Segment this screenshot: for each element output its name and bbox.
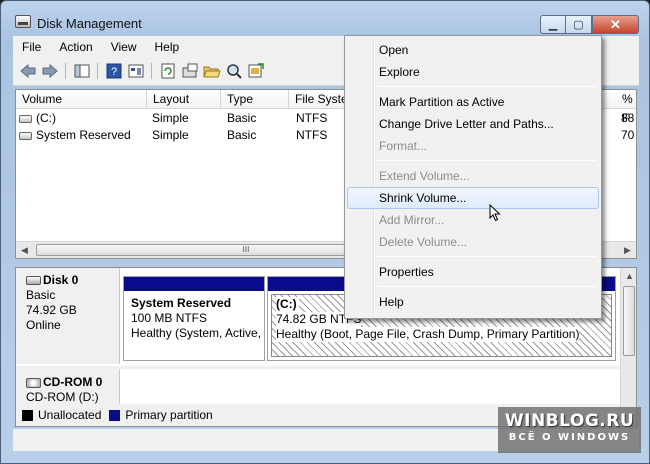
maximize-button[interactable]: ▢ — [566, 15, 592, 34]
menu-item-explore[interactable]: Explore — [347, 61, 599, 83]
menu-action[interactable]: Action — [50, 36, 101, 58]
close-button[interactable]: ✕ — [592, 15, 639, 34]
menu-item-help[interactable]: Help — [347, 291, 599, 313]
refresh-icon[interactable] — [159, 62, 177, 80]
menu-item-format: Format... — [379, 139, 428, 153]
volume-icon — [19, 114, 32, 123]
disk-kind: Basic — [26, 288, 56, 302]
volume-icon — [19, 131, 32, 140]
disk-name: Disk 0 — [43, 273, 79, 287]
partition-name: (C:) — [276, 297, 299, 312]
disk-0-name-line: Disk 0 — [26, 273, 119, 288]
properties-icon[interactable] — [127, 62, 145, 80]
open-folder-icon[interactable] — [203, 62, 221, 80]
disk-properties-icon[interactable] — [181, 62, 199, 80]
window-title: Disk Management — [37, 16, 142, 31]
legend-swatch-primary — [109, 409, 121, 421]
column-header-file-system[interactable]: File Syste — [289, 90, 349, 109]
disk-management-app-icon — [15, 15, 31, 28]
disk-status: Online — [26, 318, 61, 332]
menu-help[interactable]: Help — [146, 36, 189, 58]
back-arrow-icon[interactable] — [19, 62, 37, 80]
menu-item-mark-active[interactable]: Mark Partition as Active — [347, 91, 599, 113]
type-cell: Basic — [227, 111, 257, 125]
forward-arrow-icon[interactable] — [41, 62, 59, 80]
type-cell: Basic — [227, 128, 257, 142]
menu-item-open[interactable]: Open — [347, 39, 599, 61]
title-bar[interactable]: Disk Management ▁ ▢ ✕ — [1, 1, 649, 35]
legend-label-primary: Primary partition — [125, 408, 213, 422]
console-tree-icon[interactable] — [73, 62, 91, 80]
window: Disk Management ▁ ▢ ✕ File Action View H… — [0, 0, 650, 464]
primary-partition-bar — [124, 277, 264, 291]
hard-disk-icon — [26, 276, 41, 286]
context-menu: Open Explore Mark Partition as Active Ch… — [344, 35, 602, 319]
percent-free-cell: 70 — [621, 128, 635, 142]
watermark-text: WINBLOG.RU — [504, 411, 635, 431]
export-icon[interactable] — [247, 62, 265, 80]
volume-cell: (C:) — [19, 110, 56, 127]
column-header-volume[interactable]: Volume — [16, 90, 147, 109]
column-header-percent-free[interactable]: % F — [616, 90, 638, 125]
watermark: WINBLOG.RU ВСЁ О WINDOWS — [498, 407, 641, 453]
menu-item-extend-volume: Extend Volume... — [379, 169, 470, 183]
vertical-scrollbar[interactable]: ▲ — [620, 268, 636, 426]
menu-separator — [377, 86, 597, 87]
partition-size: 100 MB NTFS — [131, 311, 208, 325]
help-icon[interactable]: ? — [105, 62, 123, 80]
minimize-button[interactable]: ▁ — [540, 15, 566, 34]
watermark-subtext: ВСЁ О WINDOWS — [508, 432, 631, 443]
legend-swatch-unallocated — [22, 409, 33, 421]
menu-separator — [377, 256, 597, 257]
toolbar-separator — [151, 63, 152, 79]
disk-0-label[interactable]: Disk 0 Basic 74.92 GB Online — [16, 268, 120, 364]
menu-file[interactable]: File — [13, 36, 50, 58]
toolbar-separator — [97, 63, 98, 79]
filesystem-cell: NTFS — [296, 111, 328, 125]
legend-label-unallocated: Unallocated — [38, 408, 102, 422]
column-header-type[interactable]: Type — [221, 90, 289, 109]
partition-info: System Reserved 100 MB NTFS Healthy (Sys… — [127, 294, 261, 357]
menu-item-delete-volume: Delete Volume... — [379, 235, 468, 249]
scroll-left-icon[interactable]: ◀ — [16, 242, 33, 258]
scroll-thumb[interactable] — [623, 286, 635, 356]
scroll-up-icon[interactable]: ▲ — [621, 268, 636, 284]
layout-cell: Simple — [152, 111, 189, 125]
partition-health: Healthy (System, Active, — [131, 326, 261, 340]
menu-item-change-drive-letter[interactable]: Change Drive Letter and Paths... — [347, 113, 599, 135]
layout-cell: Simple — [152, 128, 189, 142]
scroll-right-icon[interactable]: ▶ — [619, 242, 636, 258]
cdrom-0-label[interactable]: CD-ROM 0 CD-ROM (D:) — [16, 369, 120, 404]
partition-health: Healthy (Boot, Page File, Crash Dump, Pr… — [276, 327, 580, 342]
cdrom-kind: CD-ROM (D:) — [26, 390, 99, 404]
percent-free-cell: 88 — [621, 111, 635, 125]
column-header-layout[interactable]: Layout — [147, 90, 221, 109]
toolbar-separator — [65, 63, 66, 79]
cdrom-name-line: CD-ROM 0 — [26, 375, 119, 390]
menu-separator — [377, 286, 597, 287]
cdrom-name: CD-ROM 0 — [43, 375, 103, 389]
disk-size: 74.92 GB — [26, 303, 77, 317]
volume-name: (C:) — [36, 111, 56, 125]
menu-item-properties[interactable]: Properties — [347, 261, 599, 283]
partition-name: System Reserved — [131, 296, 232, 310]
search-icon[interactable] — [225, 62, 243, 80]
partition-system-reserved[interactable]: System Reserved 100 MB NTFS Healthy (Sys… — [123, 276, 265, 361]
cd-rom-icon — [26, 377, 41, 388]
menu-item-shrink-volume[interactable]: Shrink Volume... — [347, 187, 599, 209]
volume-cell: System Reserved — [19, 127, 131, 144]
menu-view[interactable]: View — [102, 36, 146, 58]
filesystem-cell: NTFS — [296, 128, 328, 142]
menu-separator — [377, 160, 597, 161]
volume-name: System Reserved — [36, 128, 131, 142]
menu-item-add-mirror: Add Mirror... — [379, 213, 445, 227]
svg-text:?: ? — [111, 66, 117, 78]
mouse-pointer-icon — [489, 204, 501, 222]
